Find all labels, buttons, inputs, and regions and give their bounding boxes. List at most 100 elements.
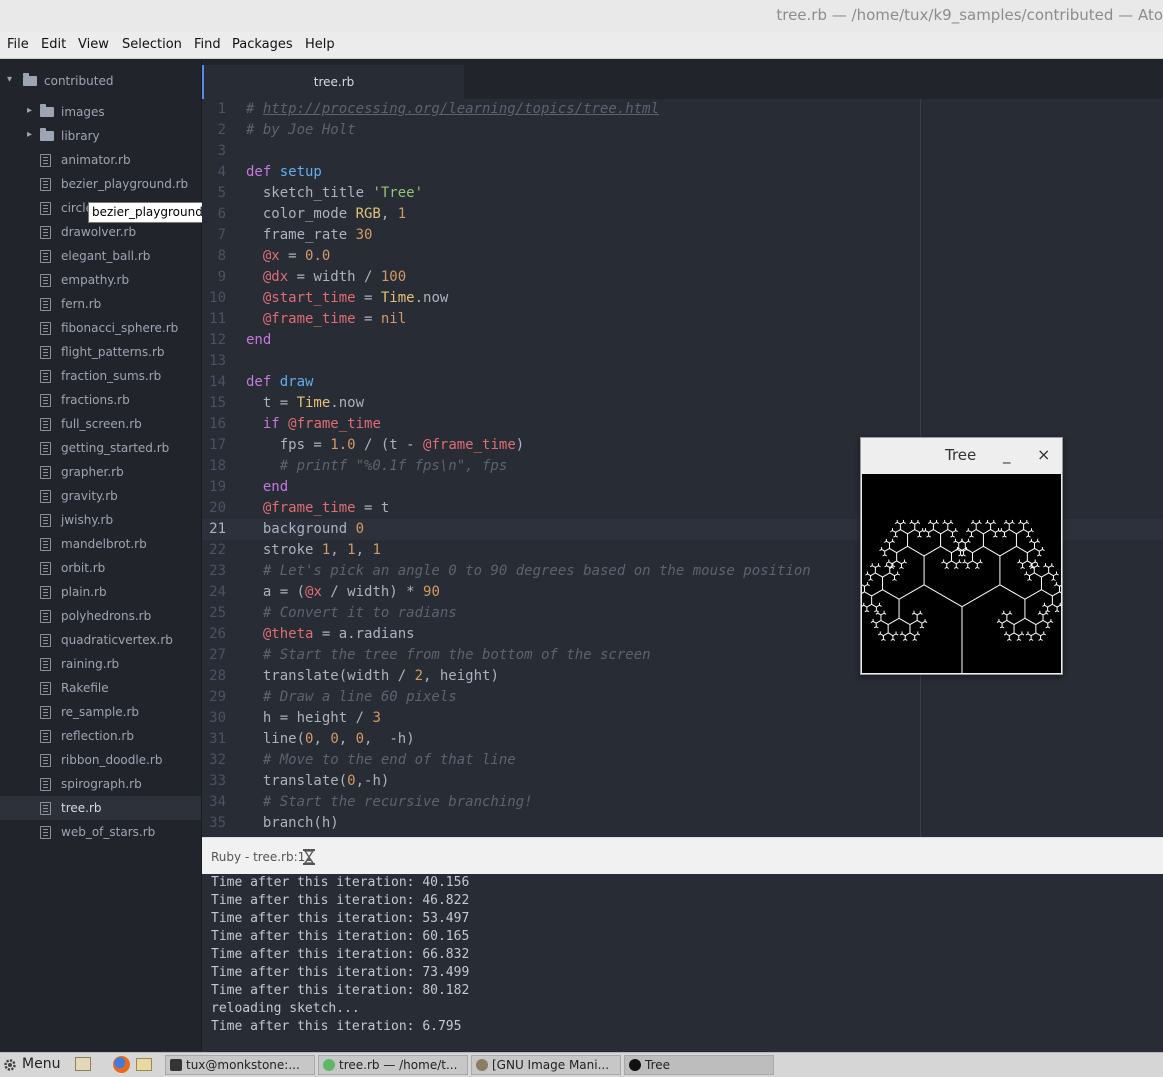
code-line[interactable]: 5 sketch_title 'Tree' [202, 183, 1163, 204]
code-line[interactable]: 7 frame_rate 30 [202, 225, 1163, 246]
code-line[interactable]: 1 # http://processing.org/learning/topics… [202, 99, 1163, 120]
tab-tree-rb[interactable]: tree.rb [202, 65, 464, 99]
code-line[interactable]: 16 if @frame_time [202, 414, 1163, 435]
code-line[interactable]: 14 def draw [202, 372, 1163, 393]
menu-selection[interactable]: Selection [122, 37, 182, 52]
code-line[interactable]: 30 h = height / 3 [202, 708, 1163, 729]
tree-file[interactable]: Rakefile [0, 676, 201, 700]
code-line[interactable]: 6 color_mode RGB, 1 [202, 204, 1163, 225]
code-line[interactable]: 31 line(0, 0, 0, -h) [202, 729, 1163, 750]
tree-branch [1047, 610, 1050, 613]
code-line[interactable]: 33 translate(0,-h) [202, 771, 1163, 792]
tree-file[interactable]: fractions.rb [0, 388, 201, 412]
task-tree[interactable]: Tree [624, 1055, 774, 1075]
status-file-position[interactable]: Ruby - tree.rb:1 [211, 850, 305, 864]
tree-file[interactable]: web_of_stars.rb [0, 820, 201, 844]
task-gimp[interactable]: [GNU Image Mani... [471, 1055, 621, 1075]
chevron-down-icon[interactable]: ▾ [7, 74, 12, 85]
tree-branch [1034, 572, 1042, 578]
tree-file[interactable]: tree.rb [0, 796, 201, 820]
tree-file[interactable]: fern.rb [0, 292, 201, 316]
code-line[interactable]: 12 end [202, 330, 1163, 351]
tree-folder[interactable]: ▸ library [0, 124, 201, 148]
tree-branch [909, 632, 915, 637]
line-number: 9 [217, 269, 226, 285]
code-line[interactable]: 13 [202, 351, 1163, 372]
tree-file[interactable]: animator.rb [0, 148, 201, 172]
tree-file[interactable]: reflection.rb [0, 724, 201, 748]
start-menu-button[interactable]: Menu [22, 1056, 60, 1072]
tree-file[interactable]: polyhedrons.rb [0, 604, 201, 628]
tree-branch [926, 535, 929, 538]
tree-file[interactable]: flight_patterns.rb [0, 340, 201, 364]
tree-root-folder[interactable]: ▾ contributed [0, 69, 201, 93]
tree-branch [1021, 633, 1025, 636]
tree-file[interactable]: full_screen.rb [0, 412, 201, 436]
tree-folder[interactable]: ▸ images [0, 100, 201, 124]
tree-file[interactable]: ribbon_doodle.rb [0, 748, 201, 772]
file-icon [40, 682, 51, 695]
code-line[interactable]: 9 @dx = width / 100 [202, 267, 1163, 288]
tree-file[interactable]: fraction_sums.rb [0, 364, 201, 388]
sketch-window[interactable]: Tree _ × [860, 437, 1063, 675]
task-atom[interactable]: tree.rb — /home/t... [318, 1055, 468, 1075]
code-text: @frame_time = t [262, 500, 390, 516]
tree-file[interactable]: orbit.rb [0, 556, 201, 580]
code-line[interactable]: 10 @start_time = Time.now [202, 288, 1163, 309]
tree-branch [1005, 521, 1010, 525]
tree-file[interactable]: grapher.rb [0, 460, 201, 484]
chevron-right-icon[interactable]: ▸ [27, 105, 32, 116]
tree-branch [896, 560, 902, 565]
tree-file[interactable]: gravity.rb [0, 484, 201, 508]
tree-branch [1056, 584, 1060, 587]
tree-file[interactable]: jwishy.rb [0, 508, 201, 532]
sketch-title-bar[interactable]: Tree _ × [861, 438, 1062, 473]
menu-file[interactable]: File [7, 37, 29, 52]
menu-find[interactable]: Find [194, 37, 221, 52]
tree-file[interactable]: drawolver.rb [0, 220, 201, 244]
code-line[interactable]: 4 def setup [202, 162, 1163, 183]
tree-branch [1038, 638, 1041, 641]
tree-file[interactable]: quadraticvertex.rb [0, 628, 201, 652]
task-terminal[interactable]: tux@monkstone:... [165, 1055, 315, 1075]
code-line[interactable]: 8 @x = 0.0 [202, 246, 1163, 267]
tree-branch [862, 584, 865, 587]
menu-help[interactable]: Help [305, 37, 335, 52]
code-line[interactable]: 29 # Draw a line 60 pixels [202, 687, 1163, 708]
code-line[interactable]: 11 @frame_time = nil [202, 309, 1163, 330]
tree-branch [1005, 633, 1010, 637]
code-line[interactable]: 32 # Move to the end of that line [202, 750, 1163, 771]
tree-file[interactable]: raining.rb [0, 652, 201, 676]
tree-file[interactable]: empathy.rb [0, 268, 201, 292]
tree-file[interactable]: plain.rb [0, 580, 201, 604]
tree-branch [979, 521, 982, 524]
chevron-right-icon[interactable]: ▸ [27, 129, 32, 140]
code-line[interactable]: 15 t = Time.now [202, 393, 1163, 414]
tree-branch [871, 603, 877, 608]
tree-file[interactable]: re_sample.rb [0, 700, 201, 724]
line-number: 22 [209, 542, 226, 558]
show-desktop-icon[interactable] [75, 1057, 91, 1071]
code-line[interactable]: 35 branch(h) [202, 813, 1163, 834]
tree-file[interactable]: mandelbrot.rb [0, 532, 201, 556]
tree-branch [1008, 529, 1017, 535]
tree-file[interactable]: bezier_playground.rb [0, 172, 201, 196]
file-manager-icon[interactable] [136, 1058, 152, 1071]
tree-file[interactable]: getting_started.rb [0, 436, 201, 460]
tree-branch [953, 566, 957, 569]
tree-file[interactable]: fibonacci_sphere.rb [0, 316, 201, 340]
line-number: 27 [209, 647, 226, 663]
code-line[interactable]: 34 # Start the recursive branching! [202, 792, 1163, 813]
code-line[interactable]: 2 # by Joe Holt [202, 120, 1163, 141]
firefox-icon[interactable] [113, 1056, 130, 1073]
menu-view[interactable]: View [78, 37, 109, 52]
menu-packages[interactable]: Packages [232, 37, 293, 52]
tree-file[interactable]: elegant_ball.rb [0, 244, 201, 268]
minimize-button[interactable]: _ [1003, 446, 1011, 464]
tree-branch [1045, 565, 1049, 568]
menu-edit[interactable]: Edit [41, 37, 66, 52]
code-line[interactable]: 3 [202, 141, 1163, 162]
line-number: 11 [209, 311, 226, 327]
tree-file[interactable]: spirograph.rb [0, 772, 201, 796]
close-button[interactable]: × [1037, 445, 1050, 464]
